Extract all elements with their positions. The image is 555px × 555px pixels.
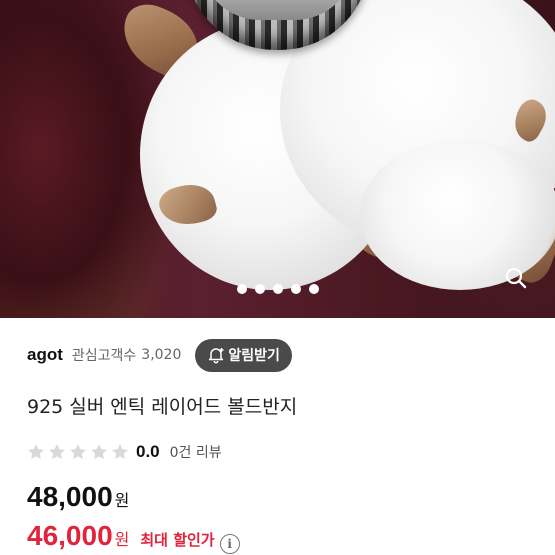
zoom-button[interactable]: [496, 258, 536, 298]
product-image[interactable]: [0, 0, 555, 318]
carousel-dot[interactable]: [254, 284, 265, 294]
follower-label: 관심고객수: [71, 348, 137, 364]
seller-row: agot 관심고객수 3,020 알림받기: [27, 338, 292, 372]
sale-price-row: 46,000 원 최대 할인가 i: [27, 520, 240, 554]
star-icon: [49, 444, 65, 460]
star-icon: [70, 444, 86, 460]
carousel-dot[interactable]: [290, 284, 301, 294]
rating-value: 0.0: [136, 442, 160, 461]
carousel-dot[interactable]: [272, 284, 283, 294]
sale-price-unit: 원: [114, 530, 130, 549]
star-rating: [26, 442, 130, 462]
original-price-row: 48,000 원: [27, 481, 129, 513]
star-icon: [28, 444, 44, 460]
sale-price: 46,000: [27, 520, 113, 551]
magnifier-icon: [505, 267, 527, 289]
max-discount-label: 최대 할인가: [140, 531, 215, 549]
carousel-dot[interactable]: [308, 284, 319, 294]
alert-button-label: 알림받기: [228, 348, 280, 364]
bell-plus-icon: [209, 348, 224, 364]
rating-row[interactable]: 0.0 0건 리뷰: [26, 440, 222, 464]
alert-subscribe-button[interactable]: 알림받기: [195, 338, 292, 372]
star-icon: [91, 444, 107, 460]
product-title: 925 실버 엔틱 레이어드 볼드반지: [27, 396, 298, 418]
carousel-dot[interactable]: [236, 284, 247, 294]
star-icon: [112, 444, 128, 460]
original-price-unit: 원: [114, 491, 130, 510]
carousel-indicator: [0, 284, 555, 294]
original-price: 48,000: [27, 481, 113, 512]
info-icon[interactable]: i: [219, 534, 240, 554]
seller-name[interactable]: agot: [27, 345, 63, 365]
review-count[interactable]: 0건 리뷰: [170, 442, 222, 462]
follower-count: 3,020: [141, 347, 182, 363]
